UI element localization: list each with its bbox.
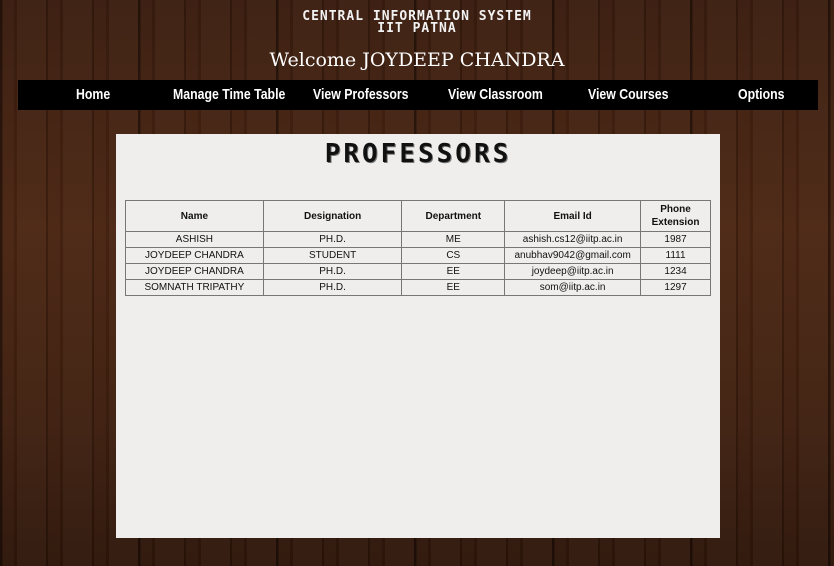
nav-manage-time-table[interactable]: Manage Time Table bbox=[173, 80, 285, 110]
table-row: JOYDEEP CHANDRA PH.D. EE joydeep@iitp.ac… bbox=[125, 263, 711, 280]
header-email: Email Id bbox=[504, 200, 642, 232]
header-designation: Designation bbox=[262, 200, 403, 232]
table-header-row: Name Designation Department Email Id Pho… bbox=[125, 200, 711, 232]
cell-email: som@iitp.ac.in bbox=[504, 279, 642, 296]
cell-department: CS bbox=[401, 247, 506, 264]
nav-view-professors[interactable]: View Professors bbox=[313, 80, 408, 110]
cell-phone-extension: 1297 bbox=[640, 279, 711, 296]
cell-phone-extension: 1234 bbox=[640, 263, 711, 280]
cell-department: EE bbox=[401, 279, 506, 296]
header-department: Department bbox=[401, 200, 506, 232]
cell-phone-extension: 1111 bbox=[640, 247, 711, 264]
cell-name: ASHISH bbox=[125, 231, 264, 248]
cell-phone-extension: 1987 bbox=[640, 231, 711, 248]
cell-department: ME bbox=[401, 231, 506, 248]
cell-name: JOYDEEP CHANDRA bbox=[125, 247, 264, 264]
cell-department: EE bbox=[401, 263, 506, 280]
welcome-message: Welcome JOYDEEP CHANDRA bbox=[269, 49, 565, 71]
cell-name: JOYDEEP CHANDRA bbox=[125, 263, 264, 280]
professors-panel: PROFESSORS Name Designation Department E… bbox=[116, 134, 720, 538]
professors-table: Name Designation Department Email Id Pho… bbox=[125, 200, 711, 296]
site-subtitle: IIT PATNA bbox=[377, 21, 457, 36]
table-row: ASHISH PH.D. ME ashish.cs12@iitp.ac.in 1… bbox=[125, 231, 711, 248]
page-title: PROFESSORS bbox=[324, 139, 512, 169]
cell-email: ashish.cs12@iitp.ac.in bbox=[504, 231, 642, 248]
table-row: SOMNATH TRIPATHY PH.D. EE som@iitp.ac.in… bbox=[125, 279, 711, 296]
cell-email: anubhav9042@gmail.com bbox=[504, 247, 642, 264]
nav-view-courses[interactable]: View Courses bbox=[588, 80, 668, 110]
header-phone-extension: Phone Extension bbox=[640, 200, 711, 232]
cell-designation: PH.D. bbox=[262, 279, 403, 296]
cell-designation: PH.D. bbox=[262, 231, 403, 248]
cell-designation: PH.D. bbox=[262, 263, 403, 280]
cell-email: joydeep@iitp.ac.in bbox=[504, 263, 642, 280]
table-row: JOYDEEP CHANDRA STUDENT CS anubhav9042@g… bbox=[125, 247, 711, 264]
header-name: Name bbox=[125, 200, 264, 232]
nav-options[interactable]: Options bbox=[738, 80, 784, 110]
cell-designation: STUDENT bbox=[262, 247, 403, 264]
main-navbar: Home Manage Time Table View Professors V… bbox=[18, 80, 818, 110]
nav-view-classroom[interactable]: View Classroom bbox=[448, 80, 543, 110]
cell-name: SOMNATH TRIPATHY bbox=[125, 279, 264, 296]
nav-home[interactable]: Home bbox=[76, 80, 110, 110]
